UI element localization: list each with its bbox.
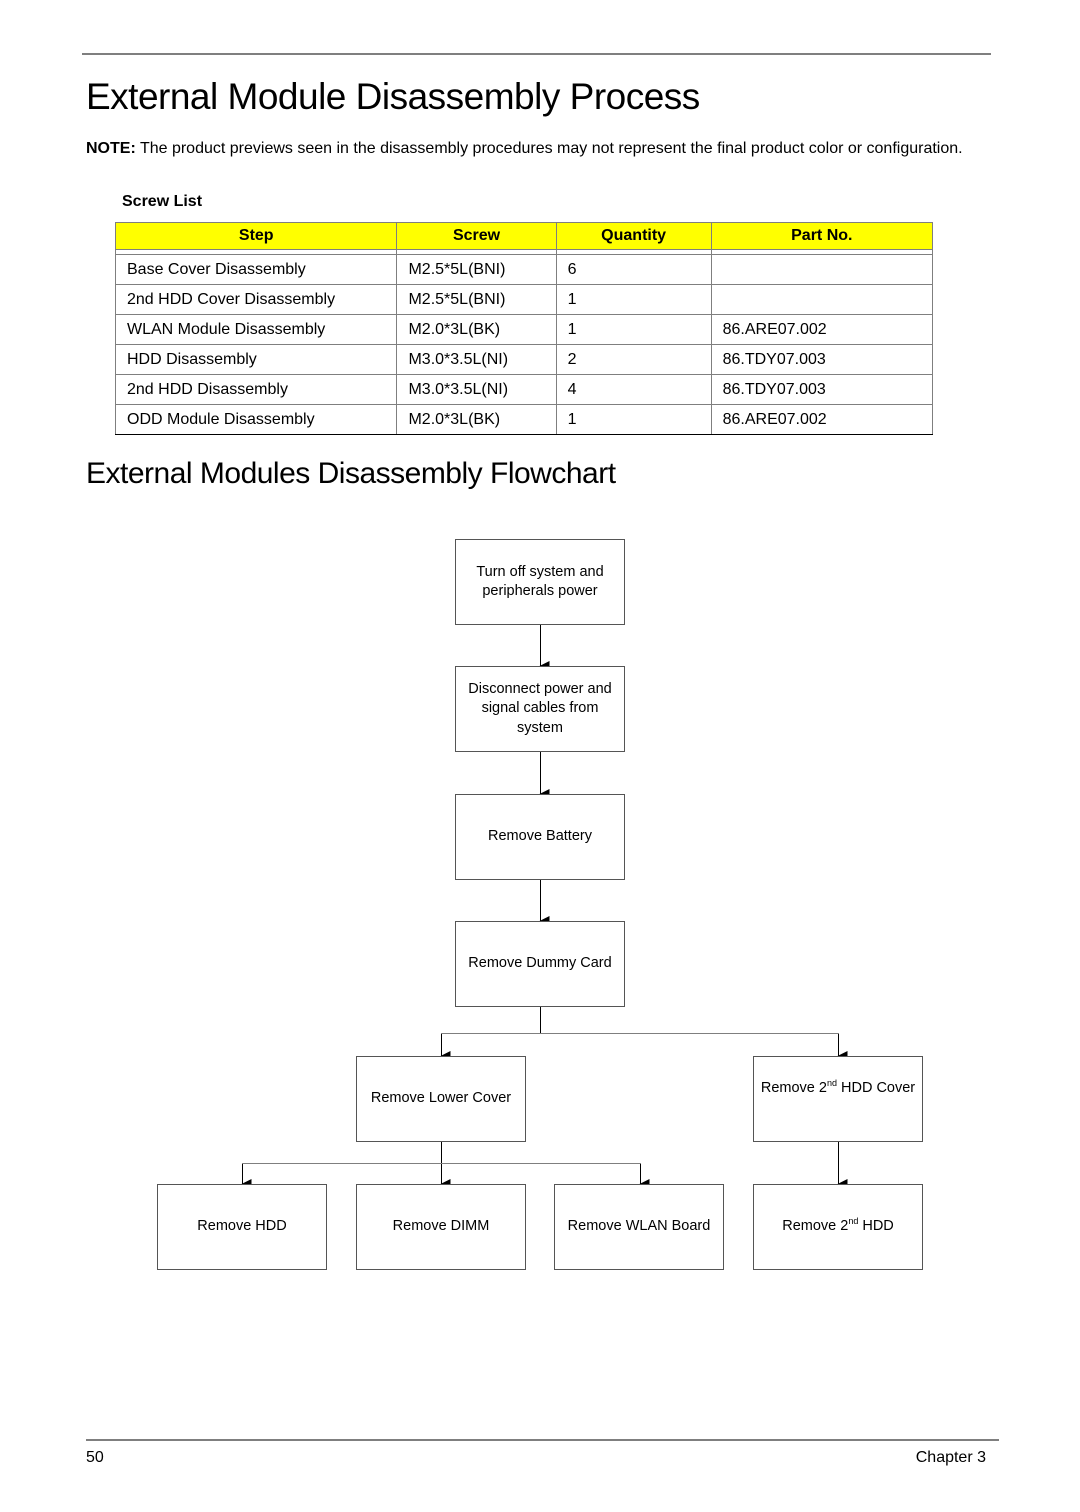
flow-node-remove-battery: Remove Battery: [455, 794, 625, 880]
label-superscript: nd: [848, 1216, 859, 1227]
table-row: HDD Disassembly M3.0*3.5L(NI) 2 86.TDY07…: [114, 344, 934, 375]
flow-node-label: Remove DIMM: [392, 1218, 490, 1235]
flow-node-remove-dummy-card: Remove Dummy Card: [455, 921, 625, 1007]
cell-step: 2nd HDD Disassembly: [114, 374, 398, 405]
cell-screw: M2.5*5L(BNI): [396, 254, 557, 285]
flow-node-remove-dimm: Remove DIMM: [356, 1184, 526, 1270]
cell-part-no: [710, 254, 934, 285]
flow-node-label: Remove 2nd HDD: [782, 1217, 894, 1237]
note-label: NOTE:: [86, 140, 136, 157]
screw-list-table: Step Screw Quantity Part No. Base Cover …: [114, 222, 934, 435]
cell-step: WLAN Module Disassembly: [114, 314, 398, 345]
header-rule: [82, 53, 991, 55]
flow-node-remove-2nd-hdd: Remove 2nd HDD: [753, 1184, 923, 1270]
cell-step: 2nd HDD Cover Disassembly: [114, 284, 398, 315]
cell-quantity: 2: [555, 344, 712, 375]
flow-node-label: Remove HDD: [197, 1218, 287, 1235]
flow-node-remove-lower-cover: Remove Lower Cover: [356, 1056, 526, 1142]
header-quantity: Quantity: [555, 222, 712, 250]
cell-screw: M2.0*3L(BK): [396, 314, 557, 345]
label-superscript: nd: [826, 1078, 837, 1089]
flow-node-label: Remove Battery: [488, 828, 592, 845]
flow-node-label: Remove WLAN Board: [567, 1218, 711, 1235]
cell-step: HDD Disassembly: [114, 344, 398, 375]
connector-branch-bottom: [242, 1163, 641, 1184]
cell-screw: M3.0*3.5L(NI): [396, 374, 557, 405]
flow-node-label: Remove Dummy Card: [468, 955, 612, 972]
flow-node-label: Turn off system and peripherals power: [476, 563, 604, 600]
table-row: Base Cover Disassembly M2.5*5L(BNI) 6: [114, 254, 934, 285]
page-title: External Module Disassembly Process: [86, 76, 700, 117]
screw-list-heading: Screw List: [122, 193, 203, 210]
cell-screw: M3.0*3.5L(NI): [396, 344, 557, 375]
connector-branch-top: [441, 1033, 839, 1056]
table-row: 2nd HDD Cover Disassembly M2.5*5L(BNI) 1: [114, 284, 934, 315]
cell-screw: M2.0*3L(BK): [396, 404, 557, 435]
cell-quantity: 6: [555, 254, 712, 285]
footer-rule: [86, 1439, 999, 1441]
cell-part-no: 86.ARE07.002: [710, 314, 934, 345]
cell-part-no: [710, 284, 934, 315]
cell-quantity: 1: [555, 314, 712, 345]
cell-part-no: 86.ARE07.002: [710, 404, 934, 435]
cell-screw: M2.5*5L(BNI): [396, 284, 557, 315]
flow-node-turn-off-power: Turn off system and peripherals power: [455, 539, 625, 625]
cell-step: ODD Module Disassembly: [114, 404, 398, 435]
cell-part-no: 86.TDY07.003: [710, 344, 934, 375]
label-part: HDD: [858, 1218, 894, 1235]
chapter-label: Chapter 3: [915, 1449, 986, 1466]
flow-node-disconnect-cables: Disconnect power and signal cables from …: [455, 666, 625, 752]
cell-quantity: 4: [555, 374, 712, 405]
page-number: 50: [86, 1449, 104, 1466]
note-paragraph: NOTE: The product previews seen in the d…: [86, 137, 986, 160]
cell-part-no: 86.TDY07.003: [710, 374, 934, 405]
flow-node-label: Remove 2nd HDD Cover: [761, 1079, 915, 1099]
header-screw: Screw: [396, 222, 557, 250]
flow-node-remove-hdd: Remove HDD: [157, 1184, 327, 1270]
flow-node-label: Disconnect power and signal cables from …: [468, 680, 612, 736]
header-part-no: Part No.: [710, 222, 934, 250]
table-row: WLAN Module Disassembly M2.0*3L(BK) 1 86…: [114, 314, 934, 345]
note-text: The product previews seen in the disasse…: [135, 140, 963, 157]
label-part: HDD Cover: [836, 1080, 916, 1096]
header-step: Step: [114, 222, 398, 250]
label-part: Remove 2: [782, 1218, 849, 1235]
flow-node-remove-2nd-hdd-cover: Remove 2nd HDD Cover: [753, 1056, 923, 1142]
cell-quantity: 1: [555, 284, 712, 315]
label-part: Remove 2: [760, 1080, 827, 1096]
flowchart-title: External Modules Disassembly Flowchart: [86, 457, 616, 490]
table-header-row: Step Screw Quantity Part No.: [114, 222, 934, 250]
flow-node-label: Remove Lower Cover: [370, 1090, 512, 1107]
table-row: ODD Module Disassembly M2.0*3L(BK) 1 86.…: [114, 404, 934, 435]
flow-node-remove-wlan-board: Remove WLAN Board: [554, 1184, 724, 1270]
cell-step: Base Cover Disassembly: [114, 254, 398, 285]
cell-quantity: 1: [555, 404, 712, 435]
table-row: 2nd HDD Disassembly M3.0*3.5L(NI) 4 86.T…: [114, 374, 934, 405]
